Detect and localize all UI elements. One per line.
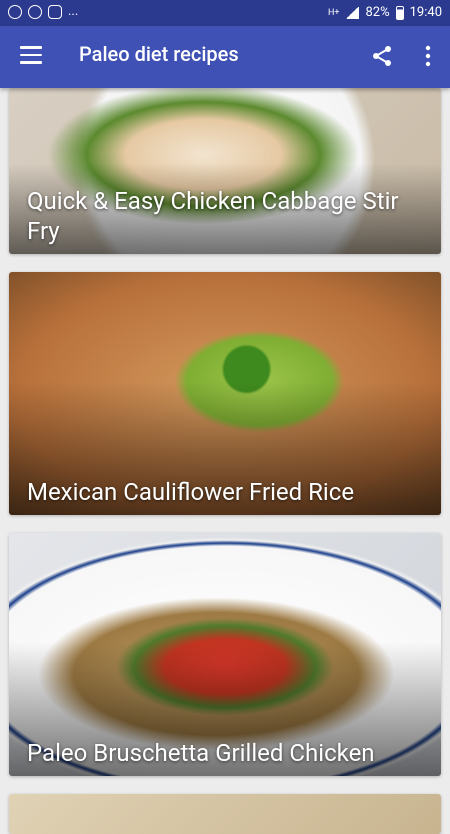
share-icon[interactable] [370,44,394,68]
battery-percent: 82% [365,5,390,20]
clock: 19:40 [409,5,442,20]
more-vert-icon[interactable] [424,44,432,68]
photo-notification-icon [48,4,62,19]
recipe-card[interactable]: Mexican Cauliflower Fried Rice [9,272,441,515]
signal-icon [345,6,360,19]
app-bar: Paleo diet recipes [0,26,450,88]
weather-icon [28,4,42,19]
hamburger-menu-icon[interactable] [20,46,42,64]
recipe-title: Mexican Cauliflower Fried Rice [27,478,355,506]
recipe-title: Paleo Bruschetta Grilled Chicken [27,739,375,767]
recipe-title: Quick & Easy Chicken Cabbage Stir Fry [27,187,399,245]
recipe-card[interactable] [9,794,441,834]
phone-call-icon [8,4,22,19]
page-title: Paleo diet recipes [79,42,239,66]
notification-overflow: ... [68,4,79,19]
recipe-card[interactable]: Quick & Easy Chicken Cabbage Stir Fry [9,88,441,254]
battery-icon [395,5,404,20]
network-type: H+ [327,7,340,18]
recipe-card[interactable]: Paleo Bruschetta Grilled Chicken [9,533,441,776]
recipe-image [9,794,441,834]
status-bar: ... H+ 82% 19:40 [0,0,450,26]
